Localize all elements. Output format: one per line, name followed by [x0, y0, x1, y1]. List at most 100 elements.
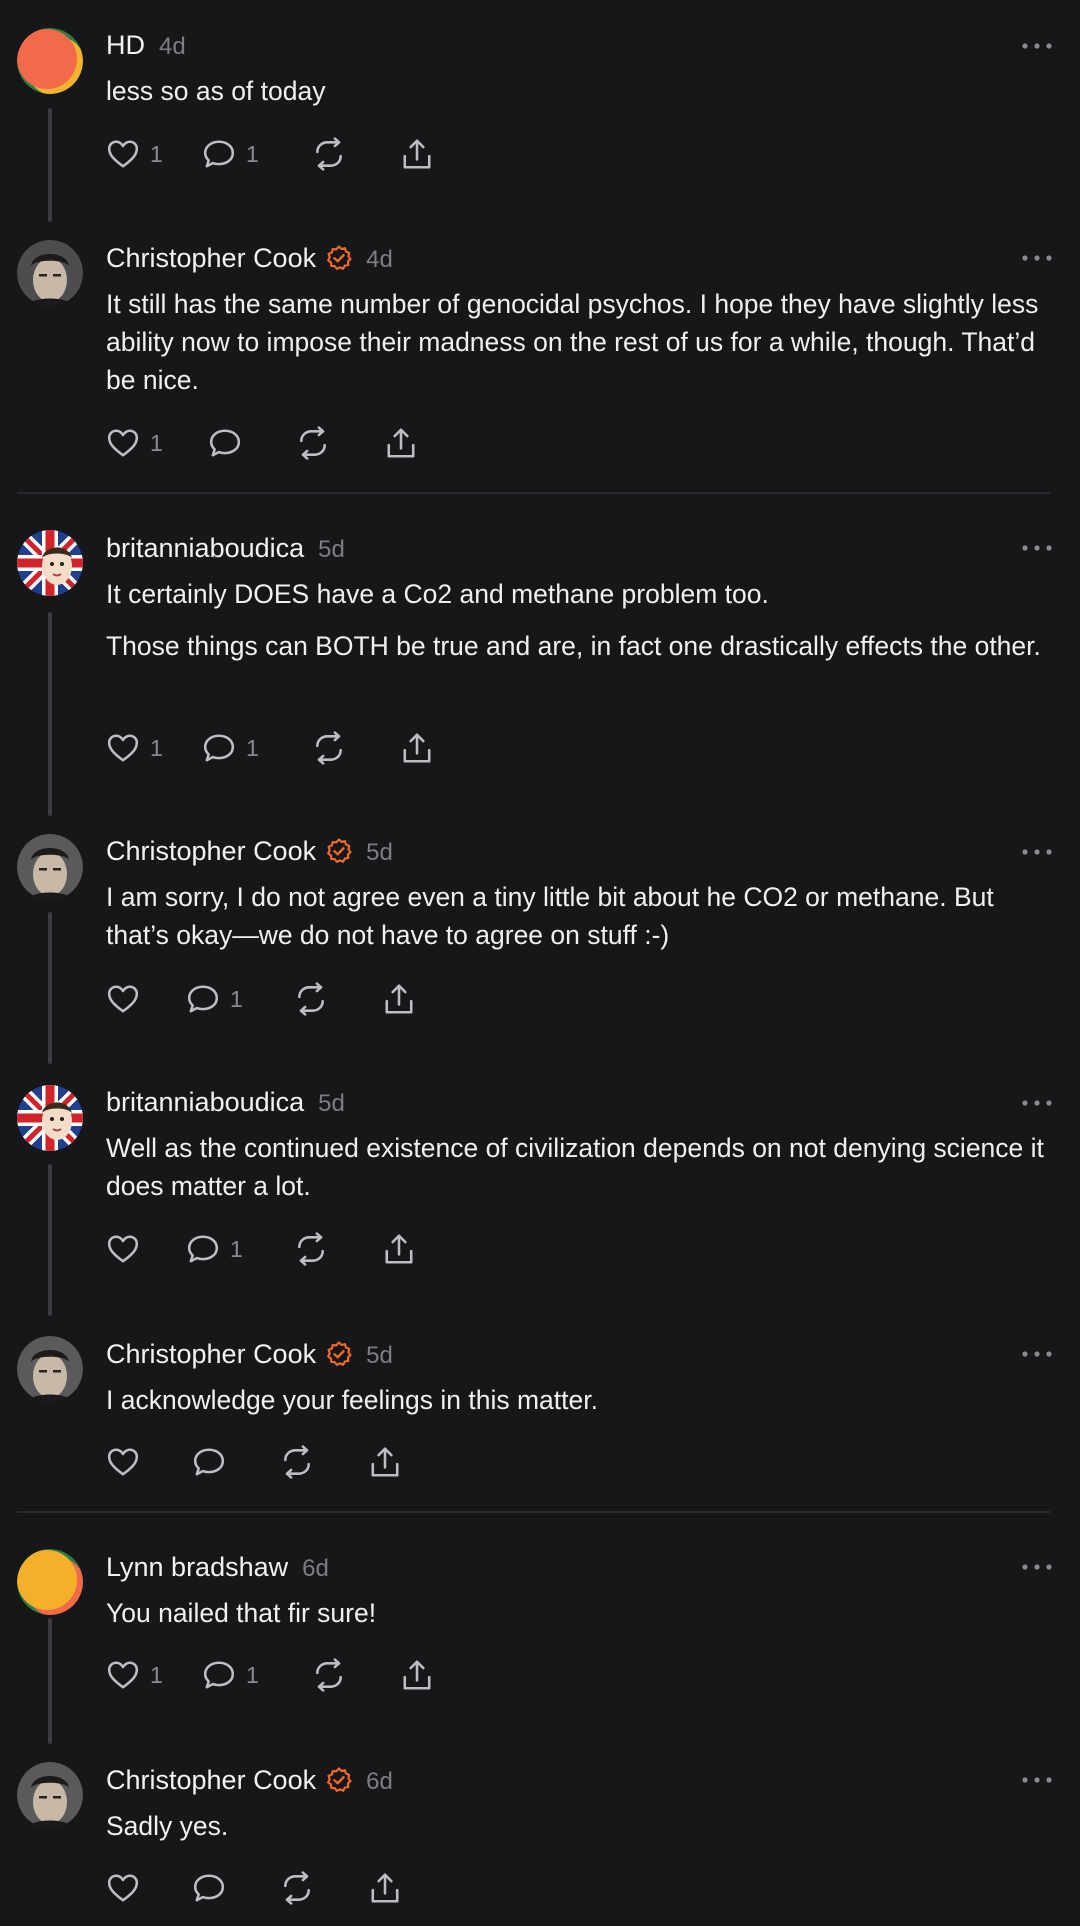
share-icon — [400, 1658, 434, 1692]
speech-bubble-icon — [192, 1871, 226, 1905]
author-name[interactable]: Lynn bradshaw — [106, 1552, 288, 1582]
reply-button[interactable]: 1 — [186, 979, 243, 1019]
author-name[interactable]: Christopher Cook — [106, 243, 316, 273]
post-text: less so as of today — [106, 76, 326, 106]
author-name[interactable]: HD — [106, 30, 145, 60]
avatar[interactable] — [17, 28, 83, 94]
thread-line — [48, 912, 52, 1064]
like-count: 1 — [150, 734, 163, 761]
avatar[interactable] — [17, 240, 83, 306]
like-button[interactable]: 1 — [106, 134, 163, 174]
post-header: HD 4d — [106, 30, 186, 61]
timestamp: 4d — [366, 246, 393, 273]
avatar[interactable] — [17, 1336, 83, 1402]
share-icon — [400, 137, 434, 171]
ellipsis-icon[interactable] — [1019, 1555, 1055, 1579]
post-body: I am sorry, I do not agree even a tiny l… — [106, 878, 1056, 954]
share-icon — [382, 1232, 416, 1266]
repost-button[interactable] — [280, 1442, 314, 1482]
reply-count: 1 — [230, 985, 243, 1012]
like-button[interactable]: 1 — [106, 1655, 163, 1695]
share-button[interactable] — [400, 1655, 434, 1695]
repost-icon — [294, 1232, 328, 1266]
ellipsis-icon[interactable] — [1019, 536, 1055, 560]
reply-button[interactable] — [192, 1442, 226, 1482]
post-body: It certainly DOES have a Co2 and methane… — [106, 575, 1056, 665]
divider — [17, 492, 1050, 494]
post-header: Christopher Cook 5d — [106, 1339, 393, 1370]
timestamp: 5d — [366, 1342, 393, 1369]
repost-button[interactable] — [294, 1229, 328, 1269]
reply-button[interactable]: 1 — [202, 1655, 259, 1695]
author-name[interactable]: britanniaboudica — [106, 1087, 304, 1117]
avatar[interactable] — [17, 1762, 83, 1828]
author-name[interactable]: Christopher Cook — [106, 1765, 316, 1795]
reply-count: 1 — [246, 1661, 259, 1688]
repost-button[interactable] — [296, 423, 330, 463]
verified-check-icon — [326, 1767, 352, 1793]
heart-icon — [106, 426, 140, 460]
author-name[interactable]: Christopher Cook — [106, 1339, 316, 1369]
repost-button[interactable] — [312, 1655, 346, 1695]
like-button[interactable] — [106, 1442, 140, 1482]
timestamp: 6d — [302, 1555, 329, 1582]
like-count: 1 — [150, 140, 163, 167]
author-name[interactable]: Christopher Cook — [106, 836, 316, 866]
like-button[interactable]: 1 — [106, 728, 163, 768]
ellipsis-icon[interactable] — [1019, 1768, 1055, 1792]
ellipsis-icon[interactable] — [1019, 1091, 1055, 1115]
reply-button[interactable] — [208, 423, 242, 463]
repost-button[interactable] — [312, 134, 346, 174]
like-button[interactable]: 1 — [106, 423, 163, 463]
share-button[interactable] — [382, 1229, 416, 1269]
share-icon — [400, 731, 434, 765]
share-button[interactable] — [368, 1868, 402, 1908]
reply-button[interactable]: 1 — [186, 1229, 243, 1269]
share-button[interactable] — [384, 423, 418, 463]
post-header: britanniaboudica 5d — [106, 533, 345, 564]
speech-bubble-icon — [202, 1658, 236, 1692]
like-button[interactable] — [106, 979, 140, 1019]
post-text: Those things can BOTH be true and are, i… — [106, 631, 1041, 661]
speech-bubble-icon — [192, 1445, 226, 1479]
author-name[interactable]: britanniaboudica — [106, 533, 304, 563]
heart-icon — [106, 1232, 140, 1266]
post-body: It still has the same number of genocida… — [106, 285, 1056, 399]
share-button[interactable] — [400, 134, 434, 174]
post-text: I acknowledge your feelings in this matt… — [106, 1385, 598, 1415]
post-body: Well as the continued existence of civil… — [106, 1129, 1056, 1205]
ellipsis-icon[interactable] — [1019, 246, 1055, 270]
ellipsis-icon[interactable] — [1019, 840, 1055, 864]
timestamp: 4d — [159, 33, 186, 60]
heart-icon — [106, 1871, 140, 1905]
avatar[interactable] — [17, 530, 83, 596]
avatar[interactable] — [17, 834, 83, 900]
repost-icon — [294, 982, 328, 1016]
share-button[interactable] — [400, 728, 434, 768]
like-button[interactable] — [106, 1229, 140, 1269]
reply-button[interactable]: 1 — [202, 728, 259, 768]
avatar[interactable] — [17, 1085, 83, 1151]
repost-button[interactable] — [312, 728, 346, 768]
heart-icon — [106, 731, 140, 765]
repost-button[interactable] — [280, 1868, 314, 1908]
reply-button[interactable]: 1 — [202, 134, 259, 174]
like-button[interactable] — [106, 1868, 140, 1908]
post-body: Sadly yes. — [106, 1807, 1056, 1845]
share-icon — [384, 426, 418, 460]
share-button[interactable] — [368, 1442, 402, 1482]
thread-line — [48, 108, 52, 222]
timestamp: 5d — [366, 839, 393, 866]
post-text: Well as the continued existence of civil… — [106, 1133, 1044, 1201]
post-text: I am sorry, I do not agree even a tiny l… — [106, 882, 994, 950]
reply-button[interactable] — [192, 1868, 226, 1908]
ellipsis-icon[interactable] — [1019, 34, 1055, 58]
like-count: 1 — [150, 1661, 163, 1688]
repost-button[interactable] — [294, 979, 328, 1019]
reply-count: 1 — [246, 734, 259, 761]
share-button[interactable] — [382, 979, 416, 1019]
post-body: less so as of today — [106, 72, 1056, 110]
avatar[interactable] — [17, 1549, 83, 1615]
heart-icon — [106, 982, 140, 1016]
ellipsis-icon[interactable] — [1019, 1342, 1055, 1366]
